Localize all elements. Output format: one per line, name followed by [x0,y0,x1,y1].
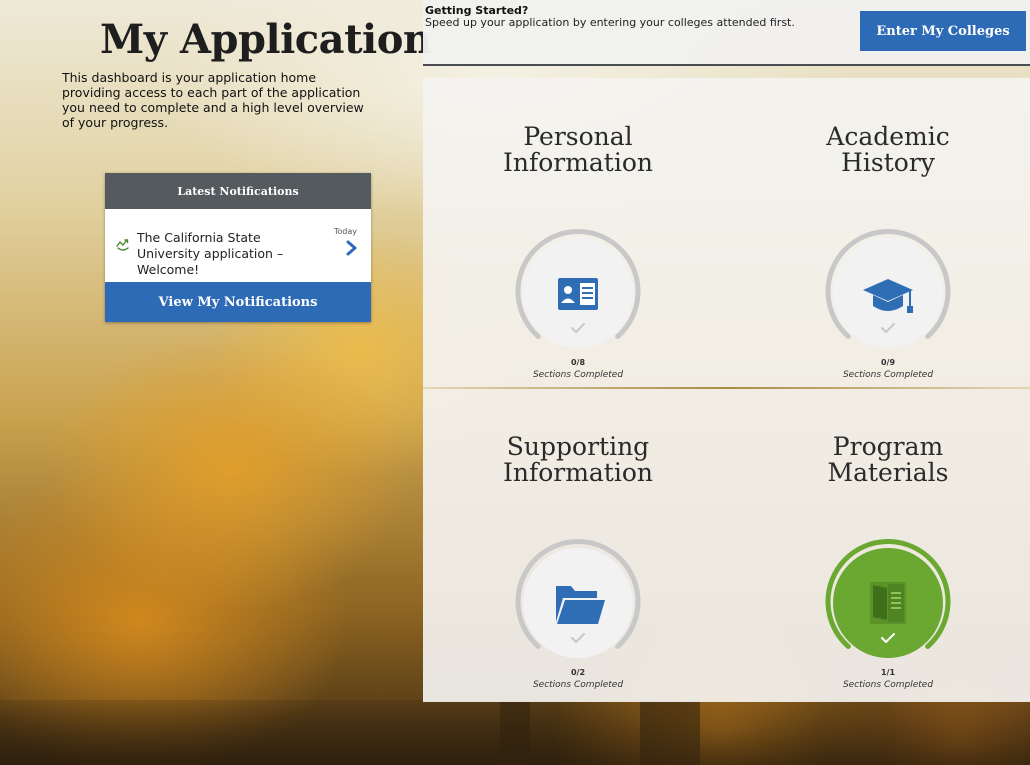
progress-ring [513,228,643,358]
section-title: Program Materials [827,432,949,487]
section-tile-supporting-information[interactable]: Supporting Information 0/2 Sections Compl… [443,434,713,704]
getting-started-bar: Getting Started? Speed up your applicati… [423,0,1030,66]
sections-completed-label: Sections Completed [532,370,624,380]
progress-ring [823,538,953,668]
page-intro: This dashboard is your application home … [62,70,364,130]
section-tile-program-materials[interactable]: Program Materials 1/1 Sections Completed [753,434,1023,704]
section-title: Supporting Information [502,432,654,487]
background-trunk [640,700,700,765]
section-title: Academic History [826,122,950,177]
view-notifications-button[interactable]: View My Notifications [105,282,371,322]
sections-completed-count: 1/1 [880,668,896,677]
id-card-icon [558,278,598,310]
notification-item[interactable]: The California State University applicat… [105,209,371,282]
progress-ring [823,228,953,358]
section-tile-academic-history[interactable]: Academic History 0/9 Sections Completed [753,124,1023,394]
progress-ring [513,538,643,668]
section-title: Personal Information [502,122,654,177]
latest-notifications-card: Latest Notifications The California Stat… [105,173,371,322]
background-trunk [500,700,530,765]
chevron-right-icon[interactable] [346,240,358,256]
notifications-header: Latest Notifications [105,173,371,209]
enter-colleges-button[interactable]: Enter My Colleges [860,11,1026,51]
sections-completed-label: Sections Completed [842,370,934,380]
sections-completed-label: Sections Completed [842,680,934,690]
notification-text: The California State University applicat… [137,230,284,277]
book-icon [870,582,906,624]
sections-completed-count: 0/9 [880,358,896,367]
sections-completed-count: 0/8 [570,358,586,367]
gift-icon [115,237,131,253]
section-tile-personal-information[interactable]: Personal Information 0/8 Sections Complet… [443,124,713,394]
notification-time: Today [333,227,357,236]
sections-completed-count: 0/2 [570,668,586,677]
sections-completed-label: Sections Completed [532,680,624,690]
page-title: My Application [100,16,432,63]
getting-started-description: Speed up your application by entering yo… [425,16,795,29]
sections-panel: Personal Information 0/8 Sections Complet… [423,78,1030,702]
